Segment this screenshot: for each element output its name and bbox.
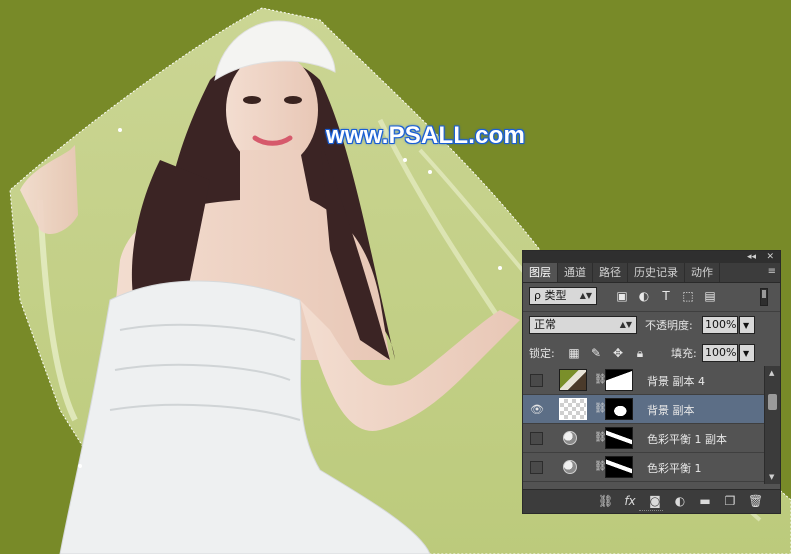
layer-row-selected[interactable]: 👁︎ ⛓ 背景 副本	[523, 395, 764, 424]
layer-name[interactable]: 背景 副本	[647, 402, 695, 418]
chevron-updown-icon: ▲▼	[579, 291, 592, 300]
lock-all-icon[interactable]: 🔒︎	[633, 346, 647, 360]
lock-position-icon[interactable]: ✥	[611, 346, 625, 360]
lock-row: 锁定: ▦ ✎ ✥ 🔒︎ 填充: 100% ▼	[523, 340, 780, 368]
chevron-down-icon: ▼	[743, 321, 750, 330]
lock-icons: ▦ ✎ ✥ 🔒︎	[567, 346, 647, 361]
lock-label: 锁定:	[529, 347, 555, 360]
panel-bottom-toolbar: ⛓ fx ◙ ◐ ▬ ❐ 🗑︎	[523, 489, 780, 513]
fx-icon[interactable]: fx	[623, 494, 637, 508]
image-filter-icon[interactable]: ▣	[615, 289, 629, 303]
delete-layer-icon[interactable]: 🗑︎	[748, 494, 763, 508]
visibility-toggle[interactable]	[530, 432, 543, 445]
panel-menu-icon[interactable]: ≡	[768, 266, 776, 277]
layer-row[interactable]: ⛓ 背景 副本 4	[523, 366, 764, 395]
fill-value: 100%	[705, 346, 737, 359]
type-filter-icon[interactable]: T	[659, 289, 673, 303]
opacity-label: 不透明度:	[645, 319, 693, 332]
visibility-toggle[interactable]	[530, 374, 543, 387]
collapse-panel-icon[interactable]: ◂◂	[747, 251, 756, 263]
panel-titlebar[interactable]: ◂◂ ✕	[523, 251, 780, 263]
layer-row[interactable]: ⛓ 色彩平衡 1	[523, 453, 764, 482]
filter-row: ρ 类型 ▲▼ ▣ ◐ T ⬚ ▤	[523, 283, 780, 311]
close-panel-icon[interactable]: ✕	[766, 251, 774, 263]
layer-mask-thumbnail[interactable]	[605, 456, 633, 478]
tab-channels[interactable]: 通道	[558, 263, 593, 282]
chevron-updown-icon: ▲▼	[619, 320, 632, 329]
tab-layers[interactable]: 图层	[523, 263, 558, 282]
eye-icon[interactable]: 👁︎	[530, 403, 544, 416]
color-balance-icon[interactable]	[563, 431, 577, 445]
layer-thumbnail[interactable]	[559, 398, 587, 420]
opacity-input[interactable]: 100%	[702, 316, 738, 334]
link-layers-icon[interactable]: ⛓	[598, 494, 613, 508]
lock-transparent-icon[interactable]: ▦	[567, 346, 581, 360]
fill-label: 填充:	[671, 347, 697, 360]
new-group-icon[interactable]: ▬	[698, 494, 712, 508]
blend-mode-value: 正常	[534, 318, 556, 331]
adjustment-filter-icon[interactable]: ◐	[637, 289, 651, 303]
filter-toggle[interactable]	[760, 288, 768, 306]
scroll-thumb[interactable]	[768, 394, 777, 410]
layer-mask-thumbnail[interactable]	[605, 369, 633, 391]
blend-row: 正常 ▲▼ 不透明度: 100% ▼	[523, 312, 780, 340]
layers-panel: ◂◂ ✕ 图层 通道 路径 历史记录 动作 ≡ ρ 类型 ▲▼ ▣ ◐ T ⬚ …	[522, 250, 781, 514]
layer-mask-thumbnail[interactable]	[605, 398, 633, 420]
visibility-toggle[interactable]	[530, 461, 543, 474]
tab-history[interactable]: 历史记录	[628, 263, 685, 282]
color-balance-icon[interactable]	[563, 460, 577, 474]
filter-kind-label: ρ 类型	[534, 289, 567, 302]
layer-name[interactable]: 色彩平衡 1	[647, 460, 702, 476]
smart-object-filter-icon[interactable]: ▤	[703, 289, 717, 303]
add-mask-icon[interactable]: ◙	[648, 494, 662, 508]
layer-row[interactable]: ⛓ 色彩平衡 1 副本	[523, 424, 764, 453]
layers-list: ⛓ 背景 副本 4 👁︎ ⛓ 背景 副本 ⛓ 色彩平衡 1 副本 ⛓ 色彩平衡 …	[523, 366, 764, 484]
watermark-text: www.PSALL.com	[326, 122, 526, 149]
scroll-up-icon[interactable]: ▲	[769, 369, 774, 377]
blend-mode-select[interactable]: 正常 ▲▼	[529, 316, 637, 334]
opacity-value: 100%	[705, 318, 737, 331]
layer-mask-thumbnail[interactable]	[605, 427, 633, 449]
opacity-dropdown-button[interactable]: ▼	[739, 316, 755, 334]
layers-scrollbar[interactable]: ▲ ▼	[764, 366, 780, 484]
scroll-down-icon[interactable]: ▼	[769, 473, 774, 481]
panel-tabs: 图层 通道 路径 历史记录 动作 ≡	[523, 263, 780, 283]
filter-icons: ▣ ◐ T ⬚ ▤	[615, 289, 717, 303]
chevron-down-icon: ▼	[743, 349, 750, 358]
layer-name[interactable]: 色彩平衡 1 副本	[647, 431, 727, 447]
tab-actions[interactable]: 动作	[685, 263, 720, 282]
lock-brush-icon[interactable]: ✎	[589, 346, 603, 360]
shape-filter-icon[interactable]: ⬚	[681, 289, 695, 303]
fill-input[interactable]: 100%	[702, 344, 738, 362]
fill-dropdown-button[interactable]: ▼	[739, 344, 755, 362]
panel-resize-grip[interactable]	[639, 510, 663, 512]
layer-thumbnail[interactable]	[559, 369, 587, 391]
new-adjustment-icon[interactable]: ◐	[673, 494, 687, 508]
tab-paths[interactable]: 路径	[593, 263, 628, 282]
new-layer-icon[interactable]: ❐	[723, 494, 737, 508]
filter-kind-select[interactable]: ρ 类型 ▲▼	[529, 287, 597, 305]
layer-name[interactable]: 背景 副本 4	[647, 373, 705, 389]
